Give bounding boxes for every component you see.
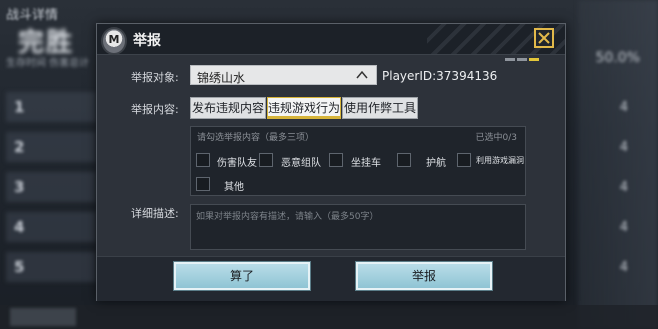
bg-rank: 5: [14, 258, 25, 276]
option-label: 护航: [426, 158, 446, 169]
desc-label: 详细描述:: [131, 207, 179, 220]
header-accent-bars: [503, 46, 539, 65]
bg-number: 4: [619, 220, 628, 235]
bg-number: 4: [619, 100, 628, 115]
bg-subtitle: 生存时间 伤害总计: [6, 58, 90, 69]
options-box: 请勾选举报内容（最多三项） 已选中0/3 伤害队友 恶意组队 坐挂车 护航 利用…: [190, 126, 526, 196]
bg-number: 4: [619, 140, 628, 155]
tab-illegal-content[interactable]: 发布违规内容: [190, 97, 266, 119]
content-label: 举报内容:: [131, 103, 179, 116]
close-icon: [538, 32, 550, 44]
checkbox-cheater-ride[interactable]: [329, 153, 343, 167]
option-label: 伤害队友: [217, 158, 257, 169]
checkbox-friendly-fire[interactable]: [196, 153, 210, 167]
option-label: 其他: [224, 182, 244, 193]
player-id: PlayerID:37394136: [382, 69, 498, 83]
bg-title: 战斗详情: [6, 8, 59, 23]
checkbox-exploit[interactable]: [457, 153, 471, 167]
checkbox-malicious-team[interactable]: [259, 153, 273, 167]
bg-number: 4: [619, 180, 628, 195]
options-count: 已选中0/3: [475, 133, 518, 143]
option-label: 恶意组队: [281, 158, 321, 169]
option-label: 利用游戏漏洞: [476, 156, 524, 165]
bg-rank: 1: [14, 98, 25, 116]
description-placeholder: 如果对举报内容有描述，请输入（最多50字）: [196, 212, 379, 222]
bg-bottom-button: [10, 308, 76, 326]
target-value: 锦绣山水: [197, 71, 246, 85]
tab-cheating-tools[interactable]: 使用作弊工具: [342, 97, 418, 119]
checkbox-other[interactable]: [196, 177, 210, 191]
target-select[interactable]: 锦绣山水: [190, 65, 377, 85]
description-input[interactable]: 如果对举报内容有描述，请输入（最多50字）: [190, 204, 526, 250]
options-hint: 请勾选举报内容（最多三项）: [197, 133, 315, 143]
cancel-button[interactable]: 算了: [173, 261, 311, 291]
report-dialog: M 举报 举报对象: 锦绣山水 PlayerID:37394136 举报内容: …: [96, 23, 566, 301]
dialog-title: 举报: [133, 33, 161, 49]
bg-rank: 4: [14, 218, 25, 236]
submit-report-button[interactable]: 举报: [355, 261, 493, 291]
dialog-footer: [97, 256, 565, 301]
option-label: 坐挂车: [351, 158, 381, 169]
close-button[interactable]: [534, 28, 554, 48]
bg-bottom-bar: [0, 305, 658, 329]
bg-percent: 50.0%: [595, 50, 640, 66]
bg-rank: 2: [14, 138, 25, 156]
game-logo-icon: M: [101, 27, 127, 55]
bg-number: 4: [619, 260, 628, 275]
target-label: 举报对象:: [131, 71, 179, 84]
chevron-up-icon: [356, 70, 368, 79]
dialog-header: M 举报: [97, 24, 565, 61]
tab-illegal-gameplay[interactable]: 违规游戏行为: [267, 97, 341, 119]
bg-rank: 3: [14, 178, 25, 196]
checkbox-escort[interactable]: [397, 153, 411, 167]
